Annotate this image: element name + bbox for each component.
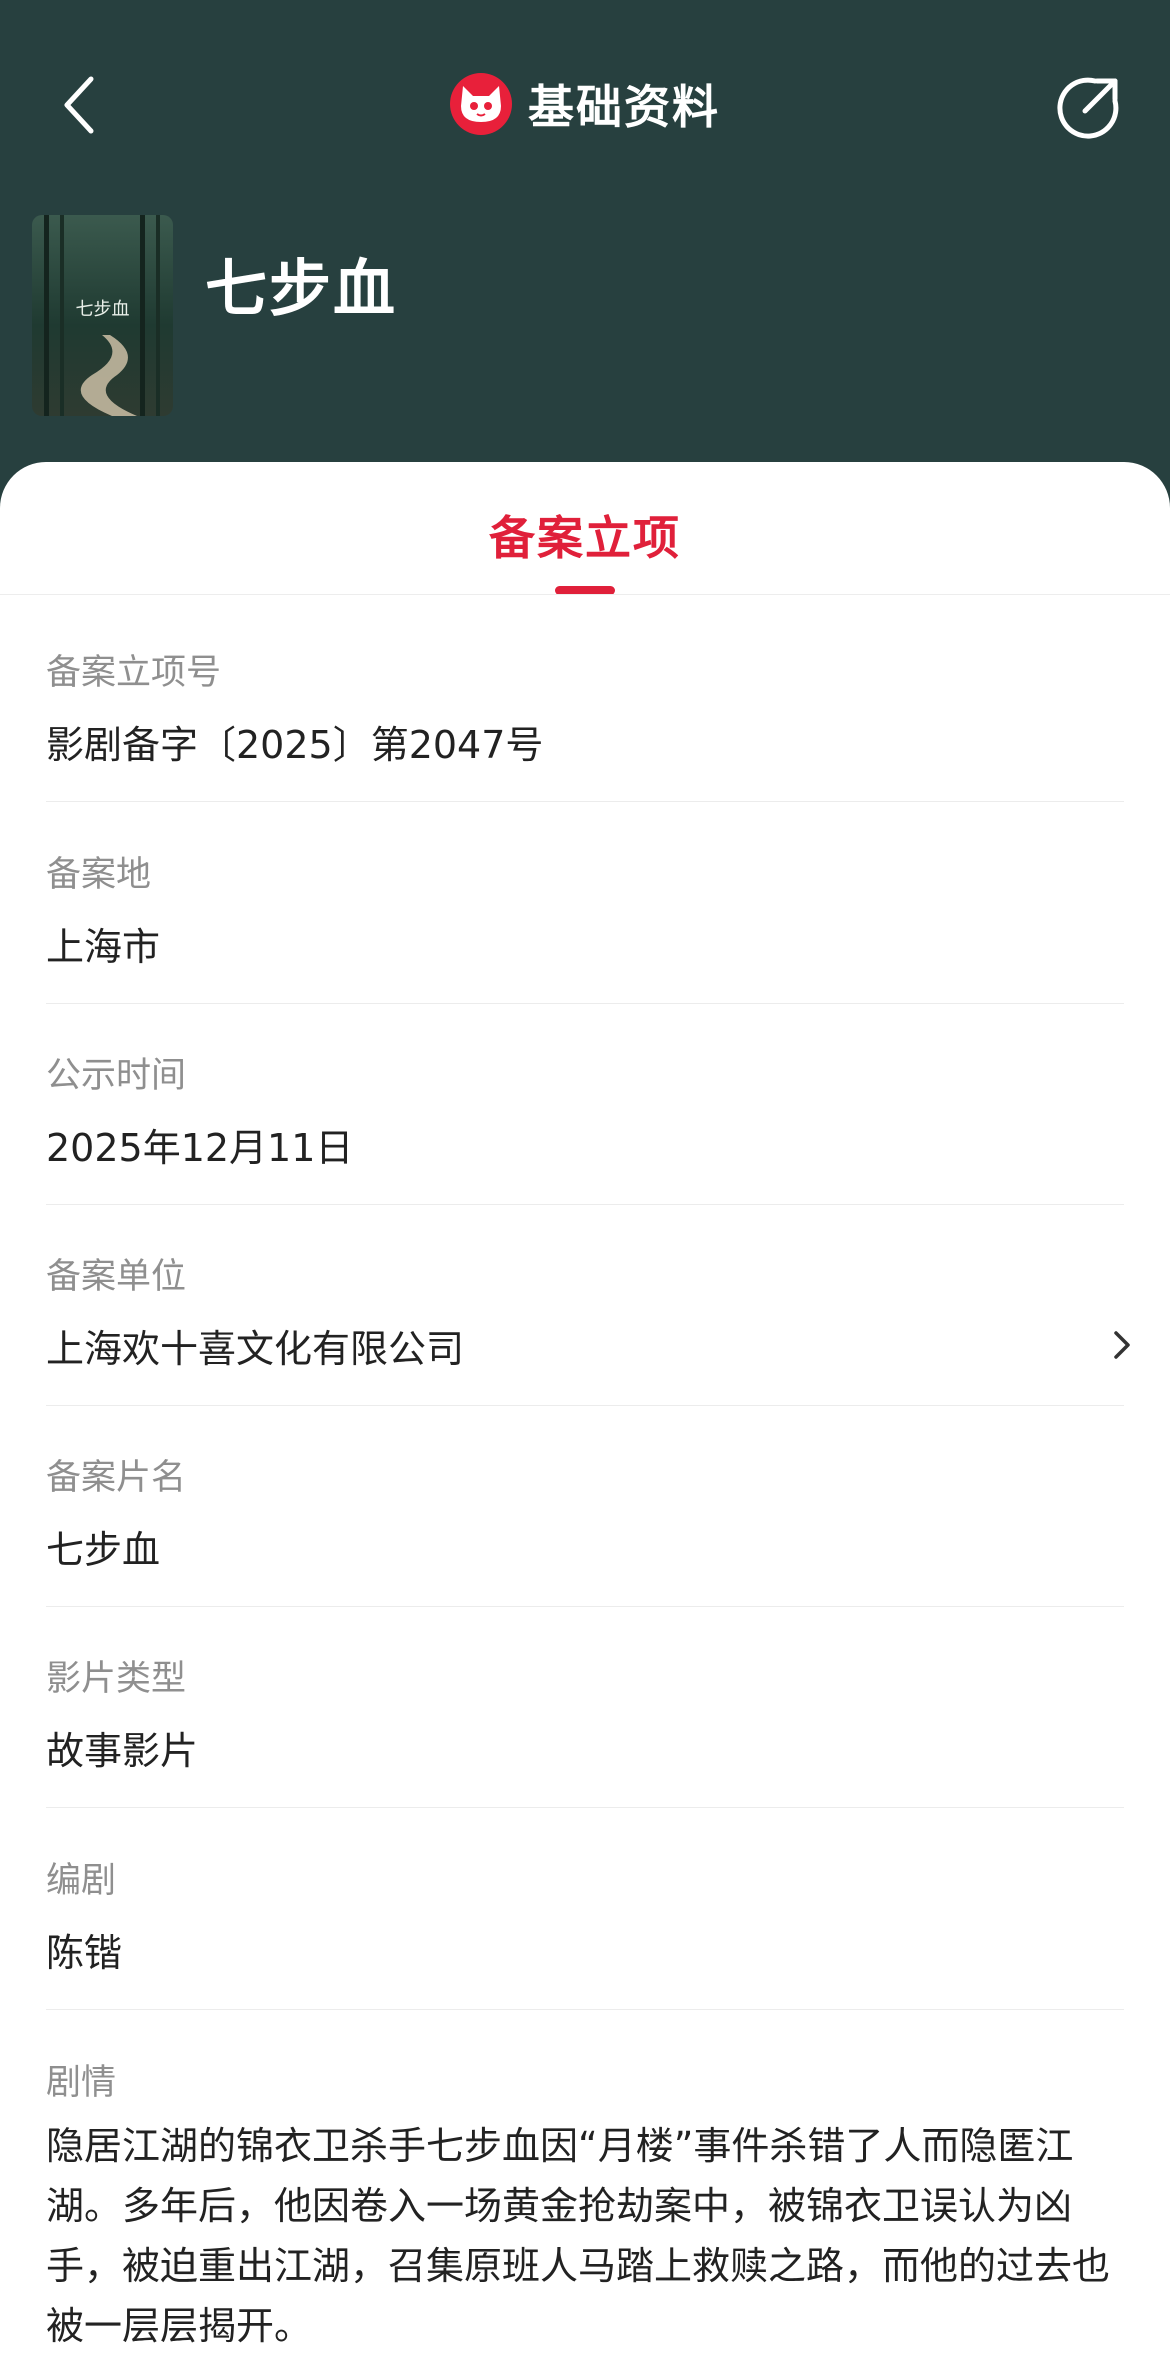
divider [46,1606,1124,1607]
share-button[interactable] [1048,70,1128,146]
poster-title: 七步血 [75,299,130,320]
chevron-right-icon [1102,1320,1142,1370]
details-card: 备案立项 备案立项号 影剧备字〔2025〕第2047号 备案地 上海市 公示时间… [0,462,1170,2375]
field-label: 备案立项号 [46,653,222,693]
back-icon [64,76,94,134]
page-title: 基础资料 [528,80,720,134]
divider [46,801,1124,802]
nav-title-group: 基础资料 [0,68,1170,140]
field-filing-company[interactable]: 备案单位 上海欢十喜文化有限公司 [46,1248,1130,1406]
field-label: 备案单位 [46,1257,187,1297]
field-value: 故事影片 [46,1729,199,1773]
movie-poster[interactable]: 七步血 [32,215,173,416]
header: 基础资料 七步血 七步血 [0,0,1170,520]
back-button[interactable] [48,70,108,140]
field-value: 影剧备字〔2025〕第2047号 [46,723,544,767]
share-icon [1057,77,1119,139]
field-label: 编剧 [46,1861,117,1901]
field-value: 七步血 [46,1528,161,1572]
field-label: 备案地 [46,855,152,895]
divider [46,2009,1124,2010]
field-label: 影片类型 [46,1659,187,1699]
divider [46,1807,1124,1808]
field-label: 剧情 [46,2063,117,2103]
field-label: 公示时间 [46,1056,187,1096]
divider [46,1204,1124,1205]
field-label: 备案片名 [46,1458,187,1498]
movie-title: 七步血 [205,252,398,325]
field-value: 2025年12月11日 [46,1126,354,1170]
divider [46,1405,1124,1406]
tab-divider [0,594,1170,595]
field-value: 上海欢十喜文化有限公司 [46,1327,465,1371]
tab-filing[interactable]: 备案立项 [0,502,1170,568]
cat-logo-icon [450,73,512,135]
plot-text: 隐居江湖的锦衣卫杀手七步血因“月楼”事件杀错了人而隐匿江湖。多年后，他因卷入一场… [46,2124,1111,2348]
field-value: 上海市 [46,925,161,969]
field-value: 陈锴 [46,1931,123,1975]
divider [46,1003,1124,1004]
